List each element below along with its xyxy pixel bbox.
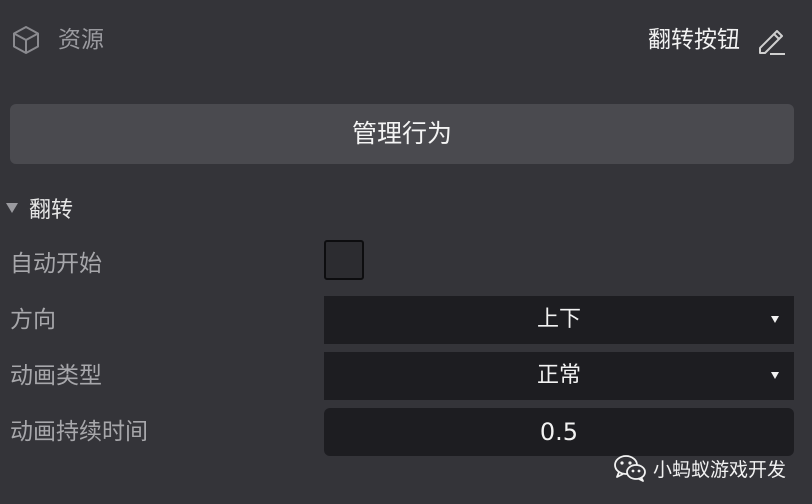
watermark: 小蚂蚁游戏开发 [613, 452, 786, 484]
dropdown-arrow-icon [771, 372, 779, 379]
wechat-icon [614, 455, 646, 482]
manage-behaviors-button[interactable]: 管理行为 [10, 104, 794, 164]
pencil-edit-icon[interactable] [754, 23, 788, 57]
direction-label: 方向 [10, 307, 56, 333]
collapse-triangle-icon[interactable] [6, 203, 18, 213]
section-title: 翻转 [29, 198, 74, 223]
cube-icon [13, 26, 39, 54]
resource-label: 资源 [58, 27, 104, 53]
animation-type-label: 动画类型 [10, 363, 102, 389]
properties-panel: 资源 翻转按钮 管理行为 翻转 自动开始 方向 上下 动画类型 正常 动画持续时… [0, 0, 812, 504]
animation-type-value: 正常 [536, 363, 581, 388]
duration-label: 动画持续时间 [10, 419, 148, 445]
object-name: 翻转按钮 [648, 27, 740, 53]
dropdown-arrow-icon [771, 316, 779, 323]
duration-input[interactable]: 0.5 [324, 408, 794, 456]
auto-start-checkbox[interactable] [324, 240, 364, 280]
direction-select[interactable]: 上下 [324, 296, 794, 344]
direction-value: 上下 [536, 307, 581, 332]
panel-header: 资源 翻转按钮 [0, 0, 812, 80]
section-header-flip[interactable]: 翻转 [6, 190, 73, 226]
watermark-text: 小蚂蚁游戏开发 [652, 458, 786, 481]
animation-type-select[interactable]: 正常 [324, 352, 794, 400]
auto-start-label: 自动开始 [10, 251, 102, 277]
